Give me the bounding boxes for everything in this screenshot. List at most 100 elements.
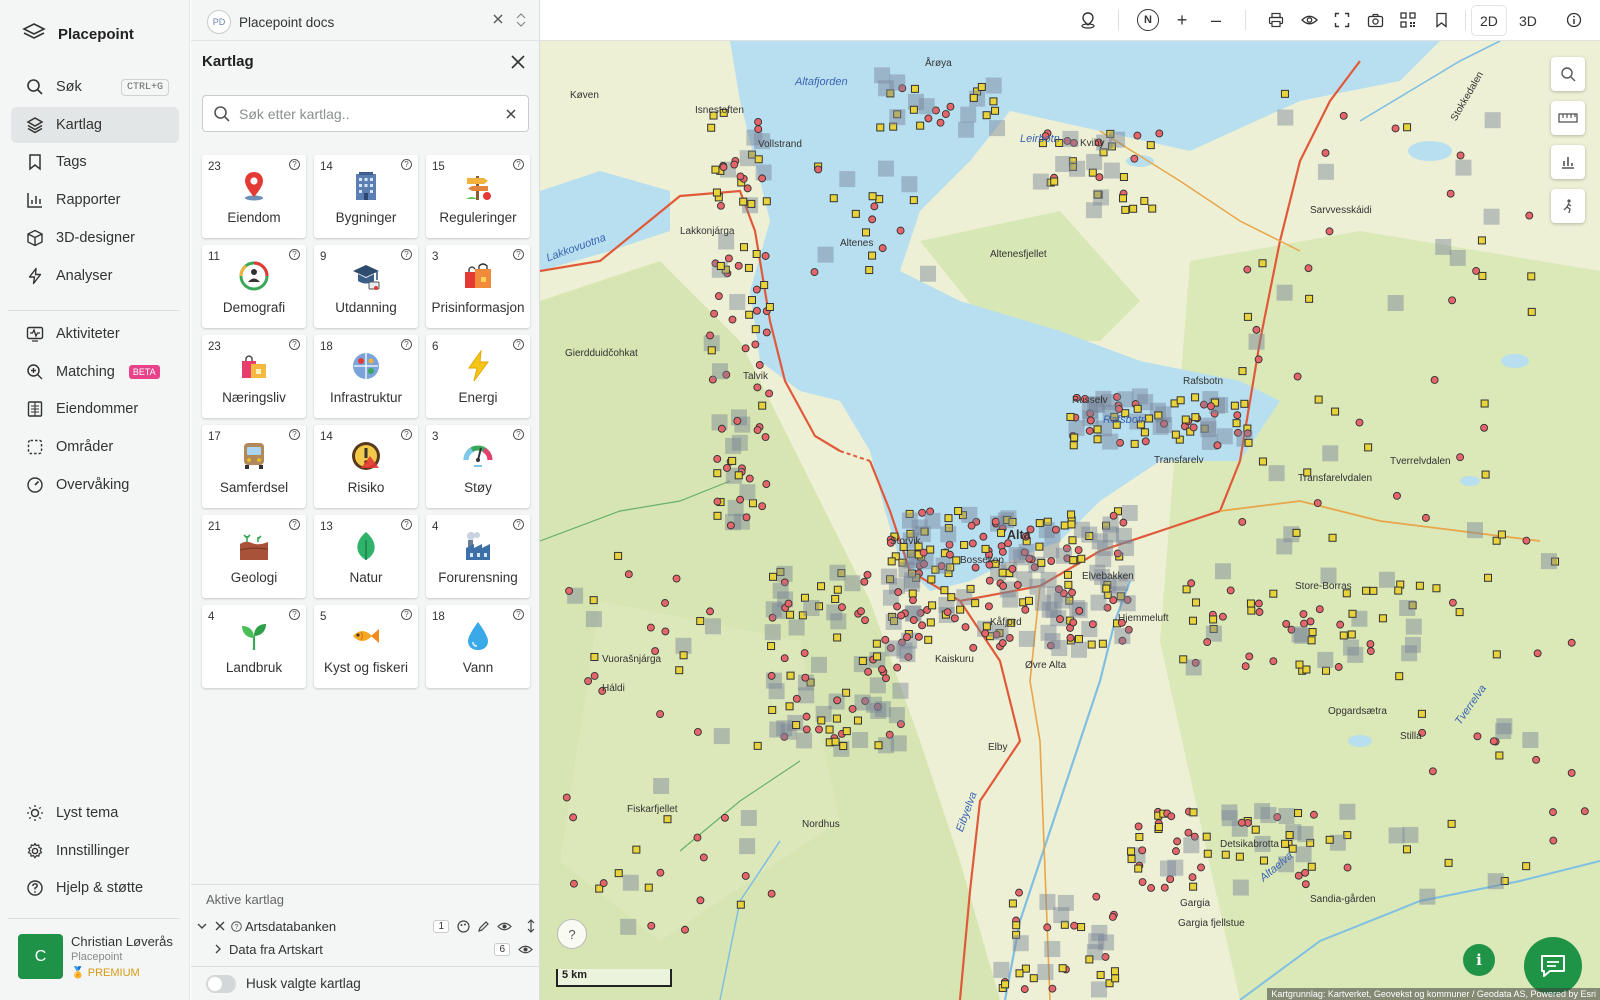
point-observation-marker[interactable] xyxy=(739,197,748,206)
species-observation-marker[interactable] xyxy=(1134,822,1143,831)
area-observation-marker[interactable] xyxy=(870,702,887,719)
species-observation-marker[interactable] xyxy=(713,455,722,463)
point-observation-marker[interactable] xyxy=(1058,964,1067,973)
point-observation-marker[interactable] xyxy=(858,656,867,665)
close-panel-icon[interactable] xyxy=(509,53,527,76)
point-observation-marker[interactable] xyxy=(744,263,753,272)
point-observation-marker[interactable] xyxy=(1417,709,1426,718)
point-observation-marker[interactable] xyxy=(1240,399,1249,408)
point-observation-marker[interactable] xyxy=(989,97,998,106)
species-observation-marker[interactable] xyxy=(1315,605,1324,614)
point-observation-marker[interactable] xyxy=(1478,271,1487,280)
species-observation-marker[interactable] xyxy=(1366,640,1375,648)
layer-category-støy[interactable]: 3? Støy xyxy=(426,425,530,508)
area-observation-marker[interactable] xyxy=(989,120,1006,137)
point-observation-marker[interactable] xyxy=(1230,401,1239,410)
point-observation-marker[interactable] xyxy=(785,702,794,711)
species-observation-marker[interactable] xyxy=(1336,620,1345,629)
point-observation-marker[interactable] xyxy=(1325,835,1334,844)
species-observation-marker[interactable] xyxy=(741,872,750,880)
species-observation-marker[interactable] xyxy=(945,550,954,559)
species-observation-marker[interactable] xyxy=(753,383,762,392)
help-circle-icon[interactable]: ? xyxy=(401,249,412,260)
area-observation-marker[interactable] xyxy=(1018,543,1035,560)
info-icon[interactable] xyxy=(1562,8,1586,32)
point-observation-marker[interactable] xyxy=(853,716,862,725)
species-observation-marker[interactable] xyxy=(1074,546,1083,555)
species-observation-marker[interactable] xyxy=(767,671,776,680)
area-observation-marker[interactable] xyxy=(844,575,861,592)
map-canvas[interactable]: Alta Altafjorden Rafsbotn Leirbotn Isnestoft… xyxy=(540,41,1600,1000)
zoom-in-button[interactable]: + xyxy=(1170,8,1194,32)
point-observation-marker[interactable] xyxy=(1203,849,1212,858)
area-observation-marker[interactable] xyxy=(1402,826,1419,843)
point-observation-marker[interactable] xyxy=(1269,589,1278,598)
nav-item-hjelp-støtte[interactable]: Hjelp & støtte xyxy=(11,870,179,906)
point-observation-marker[interactable] xyxy=(1259,856,1268,865)
species-observation-marker[interactable] xyxy=(1355,418,1364,427)
point-observation-marker[interactable] xyxy=(832,714,841,723)
point-observation-marker[interactable] xyxy=(887,557,896,566)
species-observation-marker[interactable] xyxy=(848,705,857,713)
species-observation-marker[interactable] xyxy=(1430,376,1439,384)
layer-category-utdanning[interactable]: 9? Utdanning xyxy=(314,245,418,328)
point-observation-marker[interactable] xyxy=(1305,294,1314,303)
area-observation-marker[interactable] xyxy=(1277,109,1294,126)
point-observation-marker[interactable] xyxy=(1251,825,1260,834)
chat-button[interactable] xyxy=(1524,937,1582,995)
area-observation-marker[interactable] xyxy=(1378,571,1395,588)
species-observation-marker[interactable] xyxy=(693,833,702,842)
area-observation-marker[interactable] xyxy=(1343,639,1360,656)
palette-icon[interactable] xyxy=(457,919,470,933)
point-observation-marker[interactable] xyxy=(1348,609,1357,618)
species-observation-marker[interactable] xyxy=(1172,847,1180,856)
species-observation-marker[interactable] xyxy=(780,654,789,663)
point-observation-marker[interactable] xyxy=(1243,312,1252,321)
point-observation-marker[interactable] xyxy=(1415,581,1424,590)
point-observation-marker[interactable] xyxy=(739,243,748,252)
qr-code-icon[interactable] xyxy=(1396,8,1420,32)
point-observation-marker[interactable] xyxy=(1221,850,1230,859)
species-observation-marker[interactable] xyxy=(909,596,917,605)
area-observation-marker[interactable] xyxy=(1044,940,1061,957)
point-observation-marker[interactable] xyxy=(977,82,986,91)
species-observation-marker[interactable] xyxy=(1048,984,1057,993)
species-observation-marker[interactable] xyxy=(681,925,689,934)
point-observation-marker[interactable] xyxy=(1369,586,1378,595)
point-observation-marker[interactable] xyxy=(1085,955,1094,964)
area-observation-marker[interactable] xyxy=(1012,935,1029,952)
point-observation-marker[interactable] xyxy=(644,883,653,892)
area-observation-marker[interactable] xyxy=(1295,846,1312,863)
point-observation-marker[interactable] xyxy=(1077,554,1086,563)
point-observation-marker[interactable] xyxy=(1235,852,1244,861)
area-observation-marker[interactable] xyxy=(739,150,756,167)
point-observation-marker[interactable] xyxy=(981,544,990,553)
point-observation-marker[interactable] xyxy=(1179,655,1188,664)
area-observation-marker[interactable] xyxy=(1248,333,1265,350)
compass-icon[interactable]: N xyxy=(1136,8,1160,32)
species-observation-marker[interactable] xyxy=(801,673,810,682)
species-observation-marker[interactable] xyxy=(1015,888,1024,897)
species-observation-marker[interactable] xyxy=(1187,579,1196,588)
area-observation-marker[interactable] xyxy=(769,721,786,738)
area-observation-marker[interactable] xyxy=(1276,284,1293,301)
layer-category-reguleringer[interactable]: 15? Reguleringer xyxy=(426,155,530,238)
area-observation-marker[interactable] xyxy=(1522,731,1539,748)
species-observation-marker[interactable] xyxy=(1254,599,1263,608)
point-observation-marker[interactable] xyxy=(734,471,743,480)
point-observation-marker[interactable] xyxy=(908,589,917,598)
point-observation-marker[interactable] xyxy=(1037,558,1046,567)
species-observation-marker[interactable] xyxy=(1252,325,1261,334)
remove-layer-icon[interactable] xyxy=(214,920,226,932)
species-observation-marker[interactable] xyxy=(1197,863,1205,872)
point-observation-marker[interactable] xyxy=(956,605,965,614)
species-observation-marker[interactable] xyxy=(1108,913,1117,921)
nav-item-matching[interactable]: Matching BETA xyxy=(11,354,179,390)
species-observation-marker[interactable] xyxy=(565,586,574,595)
species-observation-marker[interactable] xyxy=(1549,836,1558,845)
species-observation-marker[interactable] xyxy=(1269,657,1278,666)
point-observation-marker[interactable] xyxy=(1495,751,1504,760)
species-observation-marker[interactable] xyxy=(833,696,842,705)
species-observation-marker[interactable] xyxy=(1532,755,1541,764)
point-observation-marker[interactable] xyxy=(713,511,722,520)
